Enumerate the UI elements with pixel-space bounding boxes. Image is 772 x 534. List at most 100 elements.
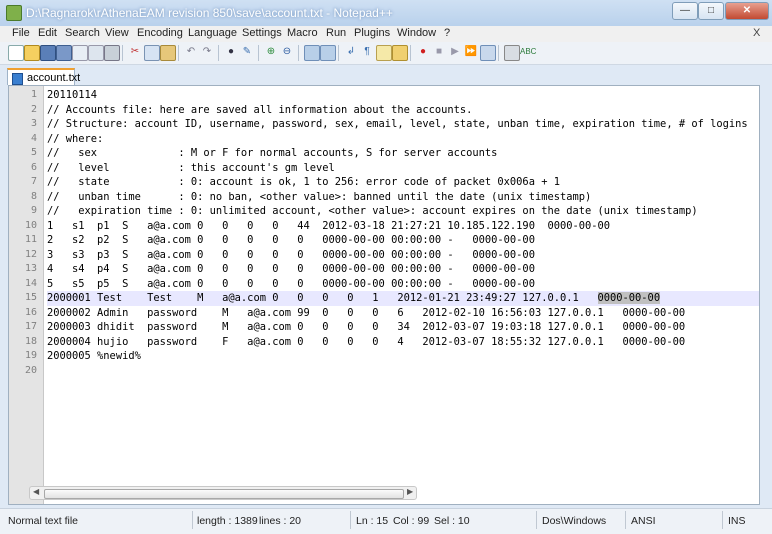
sync-vertical-icon[interactable] [304,45,320,61]
status-encoding: ANSI [631,515,656,527]
indent-guide-icon[interactable] [376,45,392,61]
line-number: 18 [24,335,37,347]
menu-view[interactable]: View [105,27,129,39]
code-line[interactable]: // unban time : 0: no ban, <other value>… [47,190,759,205]
line-number-gutter: 1 2 3 4 5 6 7 8 9 10 11 12 13 14 15 16 17 18 19 20 [9,86,44,504]
code-line-text: 2000005 %newid% [47,350,141,362]
word-wrap-icon[interactable]: ↲ [344,45,358,59]
line-number: 6 [30,161,37,173]
close-document-icon[interactable]: X [753,27,760,39]
replace-icon[interactable]: ✎ [240,45,254,59]
undo-icon[interactable]: ↶ [184,45,198,59]
code-line[interactable]: // where: [47,132,759,147]
sync-horizontal-icon[interactable] [320,45,336,61]
line-number: 5 [30,147,37,158]
spell-check-icon[interactable]: ABC [520,45,536,59]
folder-icon[interactable] [392,45,408,61]
status-file-type: Normal text file [8,515,79,527]
close-file-icon[interactable] [72,45,88,61]
code-line-text: 2 s2 p2 S a@a.com 0 0 0 0 0 0000-00-00 0… [47,234,535,246]
line-number: 2 [30,103,37,115]
current-code-line[interactable]: 2000001 Test Test M a@a.com 0 0 0 0 1 20… [47,291,759,306]
code-line[interactable]: 3 s3 p3 S a@a.com 0 0 0 0 0 0000-00-00 0… [47,248,759,263]
line-number: 13 [24,263,37,274]
menu-run[interactable]: Run [326,27,346,39]
menu-window[interactable]: Window [397,27,436,39]
paste-icon[interactable] [160,45,176,61]
code-line[interactable]: 2000004 hujio password F a@a.com 0 0 0 0… [47,335,759,350]
print-icon[interactable] [104,45,120,61]
status-length: length : 1389 [197,515,258,527]
menu-macro[interactable]: Macro [287,27,318,39]
code-line[interactable]: // Accounts file: here are saved all inf… [47,103,759,118]
menu-plugins[interactable]: Plugins [354,27,390,39]
code-line[interactable]: 1 s1 p1 S a@a.com 0 0 0 0 44 2012-03-18 … [47,219,759,234]
line-number: 9 [30,205,37,216]
scrollbar-thumb[interactable] [44,489,404,499]
show-all-characters-icon[interactable]: ¶ [360,45,374,59]
code-line[interactable]: 4 s4 p4 S a@a.com 0 0 0 0 0 0000-00-00 0… [47,262,759,277]
code-line[interactable]: // sex : M or F for normal accounts, S f… [47,146,759,161]
code-line-text: 1 s1 p1 S a@a.com 0 0 0 0 44 2012-03-18 … [47,219,611,232]
tab-account-txt[interactable]: account.txt [7,68,80,85]
code-line-text: // Accounts file: here are saved all inf… [47,103,473,116]
line-number: 7 [30,176,37,187]
saved-file-icon [12,73,23,85]
menu-file[interactable]: File [12,27,30,39]
code-line[interactable]: // expiration time : 0: unlimited accoun… [47,204,759,219]
status-column: Col : 99 [393,515,430,527]
code-line[interactable]: 2000003 dhidit password M a@a.com 0 0 0 … [47,320,759,335]
code-line[interactable]: 2 s2 p2 S a@a.com 0 0 0 0 0 0000-00-00 0… [47,233,759,248]
line-number: 4 [30,132,37,144]
open-file-icon[interactable] [24,45,40,61]
save-macro-icon[interactable] [480,45,496,61]
print-preview-icon[interactable] [504,45,520,61]
find-icon[interactable]: ● [224,45,238,59]
line-number: 14 [24,277,37,289]
menu-language[interactable]: Language [188,27,237,39]
cut-icon[interactable]: ✂ [128,45,142,59]
code-line-text: 2000004 hujio password F a@a.com 0 0 0 0… [47,335,686,348]
copy-icon[interactable] [144,45,160,61]
scroll-left-icon[interactable]: ◀ [33,487,39,496]
zoom-out-icon[interactable]: ⊖ [280,45,294,59]
record-macro-icon[interactable]: ● [416,45,430,59]
maximize-button[interactable]: □ [698,2,724,20]
code-line[interactable]: // state : 0: account is ok, 1 to 256: e… [47,175,759,190]
code-line[interactable]: // level : this account's gm level [47,161,759,176]
code-line-text: // sex : M or F for normal accounts, S f… [47,147,498,159]
code-line-text: // expiration time : 0: unlimited accoun… [47,205,698,217]
window-title: D:\Ragnarok\rAthenaEAM revision 850\save… [26,6,393,20]
save-icon[interactable] [40,45,56,61]
play-macro-icon[interactable]: ▶ [448,45,462,59]
run-macro-multiple-icon[interactable]: ⏩ [464,45,478,59]
stop-macro-icon[interactable]: ■ [432,45,446,59]
code-line[interactable]: 2000002 Admin password M a@a.com 99 0 0 … [47,306,759,321]
menu-help[interactable]: ? [444,27,450,39]
code-line[interactable]: 20110114 [47,88,759,103]
code-line[interactable]: // Structure: account ID, username, pass… [47,117,759,132]
code-line[interactable]: 5 s5 p5 S a@a.com 0 0 0 0 0 0000-00-00 0… [47,277,759,292]
minimize-button[interactable]: — [672,2,698,20]
scroll-right-icon[interactable]: ▶ [407,487,413,496]
tab-bar: account.txt [0,65,772,85]
menu-encoding[interactable]: Encoding [137,27,183,39]
zoom-in-icon[interactable]: ⊕ [264,45,278,59]
close-button[interactable]: ✕ [725,2,769,20]
save-all-icon[interactable] [56,45,72,61]
menu-settings[interactable]: Settings [242,27,282,39]
status-lines: lines : 20 [259,515,302,527]
close-all-icon[interactable] [88,45,104,61]
line-number: 16 [24,306,37,318]
line-number: 20 [24,364,37,376]
menu-edit[interactable]: Edit [38,27,57,39]
redo-icon[interactable]: ↷ [200,45,214,59]
code-line-text: // level : this account's gm level [47,161,335,174]
code-line[interactable] [47,364,759,379]
code-line-text: 20110114 [47,89,98,101]
notepad-plus-plus-icon [6,5,22,21]
text-editor[interactable]: 1 2 3 4 5 6 7 8 9 10 11 12 13 14 15 16 17 18 19 20 20110114… [8,85,760,505]
horizontal-scrollbar[interactable]: ◀ ▶ [29,486,417,500]
menu-search[interactable]: Search [65,27,100,39]
code-line[interactable]: 2000005 %newid% [47,349,759,364]
